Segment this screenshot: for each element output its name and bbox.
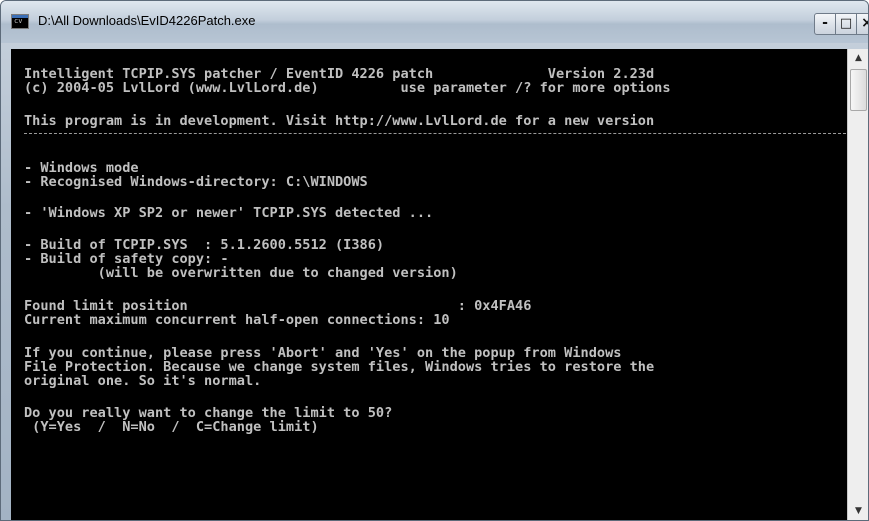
console-line-overwritten-note: (will be overwritten due to changed vers… — [24, 265, 458, 281]
console-icon[interactable]: cv — [11, 14, 29, 29]
console-line-continue-1: If you continue, please press 'Abort' an… — [24, 345, 622, 361]
console-line-windows-directory: - Recognised Windows-directory: C:\WINDO… — [24, 174, 368, 190]
console-line-tcpip-detected: - 'Windows XP SP2 or newer' TCPIP.SYS de… — [24, 205, 434, 221]
scroll-thumb[interactable] — [850, 69, 867, 111]
console-line-limit-position: Found limit position : 0x4FA46 — [24, 298, 532, 314]
console-divider — [24, 133, 846, 134]
maximize-button[interactable]: □ — [835, 13, 857, 35]
scroll-up-button[interactable]: ▲ — [848, 49, 868, 67]
close-icon: × — [861, 15, 868, 31]
minimize-button[interactable]: - — [814, 13, 836, 35]
console-line-build-tcpip: - Build of TCPIP.SYS : 5.1.2600.5512 (I3… — [24, 237, 385, 253]
console-line-options: (Y=Yes / N=No / C=Change limit) — [24, 419, 319, 435]
minimize-icon: - — [822, 15, 828, 31]
console-line-prompt: Do you really want to change the limit t… — [24, 405, 393, 421]
console-line-header: Intelligent TCPIP.SYS patcher / EventID … — [24, 66, 655, 82]
console-line-build-safety-copy: - Build of safety copy: - — [24, 251, 229, 267]
console-output[interactable]: Intelligent TCPIP.SYS patcher / EventID … — [11, 49, 847, 520]
title-bar[interactable]: cv D:\All Downloads\EvID4226Patch.exe - … — [1, 1, 868, 43]
console-line-continue-3: original one. So it's normal. — [24, 373, 262, 389]
console-line-mode: - Windows mode — [24, 160, 139, 176]
scroll-down-arrow-icon: ▼ — [855, 506, 862, 516]
scroll-up-arrow-icon: ▲ — [855, 53, 862, 63]
window-title: D:\All Downloads\EvID4226Patch.exe — [38, 13, 256, 28]
close-button[interactable]: × — [856, 13, 868, 35]
console-line-current-max: Current maximum concurrent half-open con… — [24, 312, 450, 328]
console-line-development-notice: This program is in development. Visit ht… — [24, 113, 655, 129]
console-line-continue-2: File Protection. Because we change syste… — [24, 359, 655, 375]
scroll-down-button[interactable]: ▼ — [848, 502, 868, 520]
vertical-scrollbar[interactable]: ▲ ▼ — [847, 49, 868, 520]
console-window: cv D:\All Downloads\EvID4226Patch.exe - … — [0, 0, 869, 521]
maximize-icon: □ — [839, 16, 853, 31]
console-line-copyright: (c) 2004-05 LvlLord (www.LvlLord.de) use… — [24, 80, 671, 96]
